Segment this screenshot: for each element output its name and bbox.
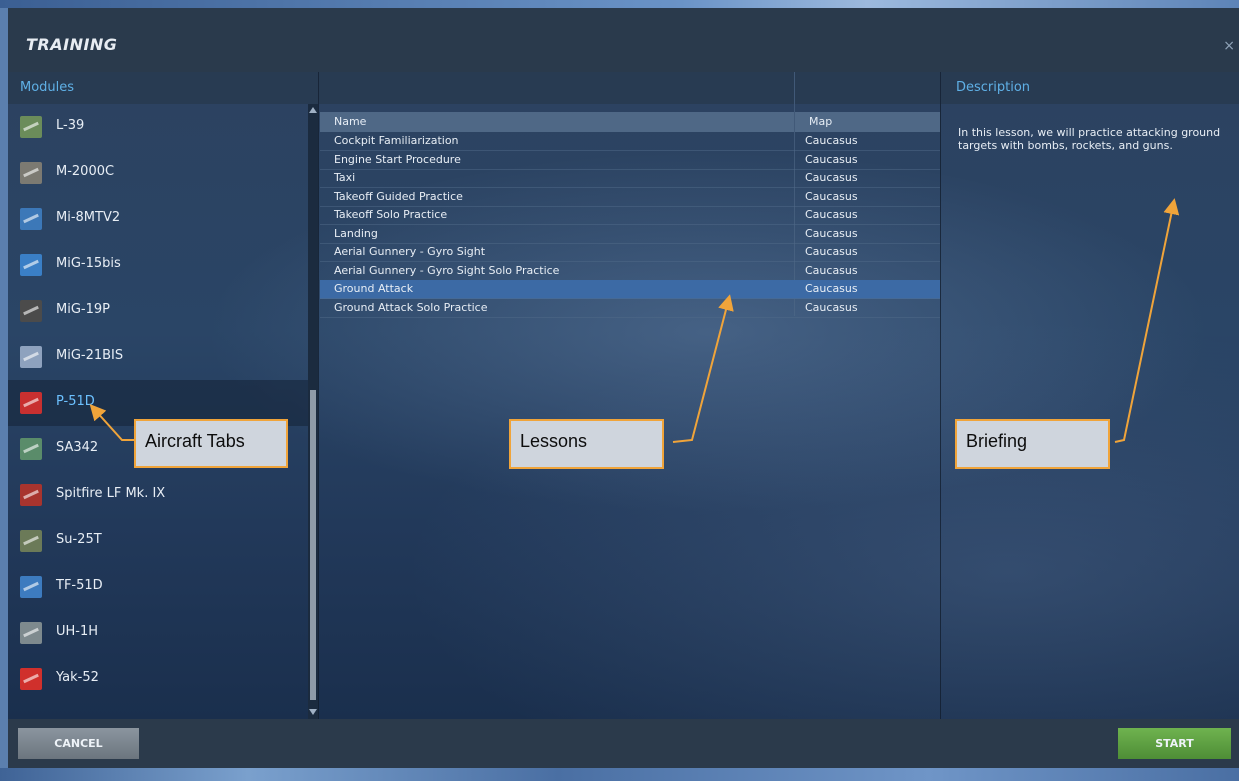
scroll-down-icon[interactable] [309, 709, 317, 715]
callout-lessons: Lessons [509, 419, 664, 469]
cancel-button[interactable]: CANCEL [18, 728, 139, 759]
su25t-icon [20, 530, 42, 552]
lesson-name: Landing [334, 226, 378, 240]
lesson-map: Caucasus [805, 282, 858, 295]
close-icon[interactable]: × [1223, 38, 1235, 54]
sa342-icon [20, 438, 42, 460]
lesson-name: Aerial Gunnery - Gyro Sight Solo Practic… [334, 263, 560, 277]
lesson-map: Caucasus [805, 134, 858, 147]
module-item[interactable]: L-39 [8, 104, 308, 150]
lesson-map: Caucasus [805, 300, 858, 314]
module-item[interactable]: MiG-15bis [8, 242, 308, 288]
map-header [795, 72, 940, 104]
lesson-name: Cockpit Familiarization [334, 134, 459, 147]
module-item[interactable]: UH-1H [8, 610, 308, 656]
start-button[interactable]: START [1118, 728, 1231, 759]
modules-list: L-39 M-2000C Mi-8MTV2 MiG-15bis MiG-19P MiG-2… [8, 104, 308, 719]
module-label: L-39 [56, 118, 85, 133]
scroll-thumb[interactable] [310, 390, 316, 700]
window-title: TRAINING [26, 35, 118, 54]
module-label: UH-1H [56, 624, 99, 639]
lesson-row[interactable]: Aerial Gunnery - Gyro Sight Solo Practic… [320, 262, 940, 281]
l39-icon [20, 116, 42, 138]
uh1h-icon [20, 622, 42, 644]
lesson-map: Caucasus [805, 208, 858, 221]
module-label: Spitfire LF Mk. IX [56, 486, 166, 501]
scroll-up-icon[interactable] [309, 107, 317, 113]
module-label: MiG-19P [56, 302, 110, 317]
lesson-row[interactable]: Cockpit Familiarization Caucasus [320, 132, 940, 151]
mig21-icon [20, 346, 42, 368]
lesson-row[interactable]: Takeoff Solo Practice Caucasus [320, 206, 940, 225]
lesson-row[interactable]: Ground Attack Solo Practice Caucasus [320, 299, 940, 318]
module-item[interactable]: MiG-19P [8, 288, 308, 334]
lesson-name: Ground Attack [334, 282, 414, 295]
background-top [0, 0, 1239, 8]
bottom-bar [8, 719, 1239, 768]
callout-briefing-label: Briefing [966, 431, 1028, 451]
lesson-map: Caucasus [805, 263, 858, 277]
column-header-name[interactable]: Name [320, 112, 794, 132]
spitfire-icon [20, 484, 42, 506]
lesson-map: Caucasus [805, 226, 858, 240]
module-label: TF-51D [56, 578, 103, 593]
m2000c-icon [20, 162, 42, 184]
lesson-name: Engine Start Procedure [334, 152, 461, 166]
lesson-name: Taxi [334, 171, 356, 184]
p51d-icon [20, 392, 42, 414]
module-item[interactable]: TF-51D [8, 564, 308, 610]
lesson-map: Caucasus [805, 152, 858, 166]
description-header-label: Description [956, 80, 1031, 95]
background-bottom [0, 768, 1239, 781]
lesson-name: Takeoff Solo Practice [334, 208, 448, 221]
module-item[interactable]: Mi-8MTV2 [8, 196, 308, 242]
lesson-row[interactable]: Ground Attack Caucasus [320, 280, 940, 299]
yak52-icon [20, 668, 42, 690]
lesson-row[interactable]: Taxi Caucasus [320, 169, 940, 188]
module-item[interactable]: MiG-21BIS [8, 334, 308, 380]
module-label: M-2000C [56, 164, 115, 179]
lessons-header [319, 72, 794, 104]
callout-lessons-label: Lessons [520, 431, 588, 451]
lesson-row[interactable]: Landing Caucasus [320, 225, 940, 244]
titlebar [8, 8, 1239, 72]
divider-description [940, 72, 941, 719]
divider-modules [318, 72, 319, 719]
module-item[interactable]: Yak-52 [8, 656, 308, 702]
callout-briefing: Briefing [955, 419, 1110, 469]
module-label: MiG-15bis [56, 256, 121, 271]
module-label: MiG-21BIS [56, 348, 124, 363]
column-header-map[interactable]: Map [795, 112, 940, 132]
lesson-map: Caucasus [805, 189, 858, 203]
lesson-map: Caucasus [805, 171, 858, 184]
module-label: Mi-8MTV2 [56, 210, 121, 225]
module-label: P-51D [56, 394, 95, 409]
lesson-name: Takeoff Guided Practice [334, 189, 463, 203]
description-text: In this lesson, we will practice attacki… [958, 126, 1221, 152]
mig19-icon [20, 300, 42, 322]
modules-header-label: Modules [20, 80, 75, 95]
module-label: Su-25T [56, 532, 102, 547]
module-label: SA342 [56, 440, 99, 455]
tf51d-icon [20, 576, 42, 598]
mi8-icon [20, 208, 42, 230]
lesson-name: Aerial Gunnery - Gyro Sight [334, 245, 486, 258]
module-item[interactable]: Su-25T [8, 518, 308, 564]
lesson-name: Ground Attack Solo Practice [334, 300, 488, 314]
column-header-name-label: Name [334, 115, 367, 128]
callout-aircraft-tabs: Aircraft Tabs [134, 419, 288, 468]
mig15-icon [20, 254, 42, 276]
lesson-row[interactable]: Aerial Gunnery - Gyro Sight Caucasus [320, 243, 940, 262]
module-item[interactable]: Spitfire LF Mk. IX [8, 472, 308, 518]
lesson-map: Caucasus [805, 245, 858, 258]
lesson-row[interactable]: Takeoff Guided Practice Caucasus [320, 188, 940, 207]
module-item[interactable]: M-2000C [8, 150, 308, 196]
callout-aircraft-tabs-label: Aircraft Tabs [145, 431, 245, 451]
module-label: Yak-52 [56, 670, 99, 685]
column-header-map-label: Map [809, 115, 833, 128]
lesson-row[interactable]: Engine Start Procedure Caucasus [320, 151, 940, 170]
